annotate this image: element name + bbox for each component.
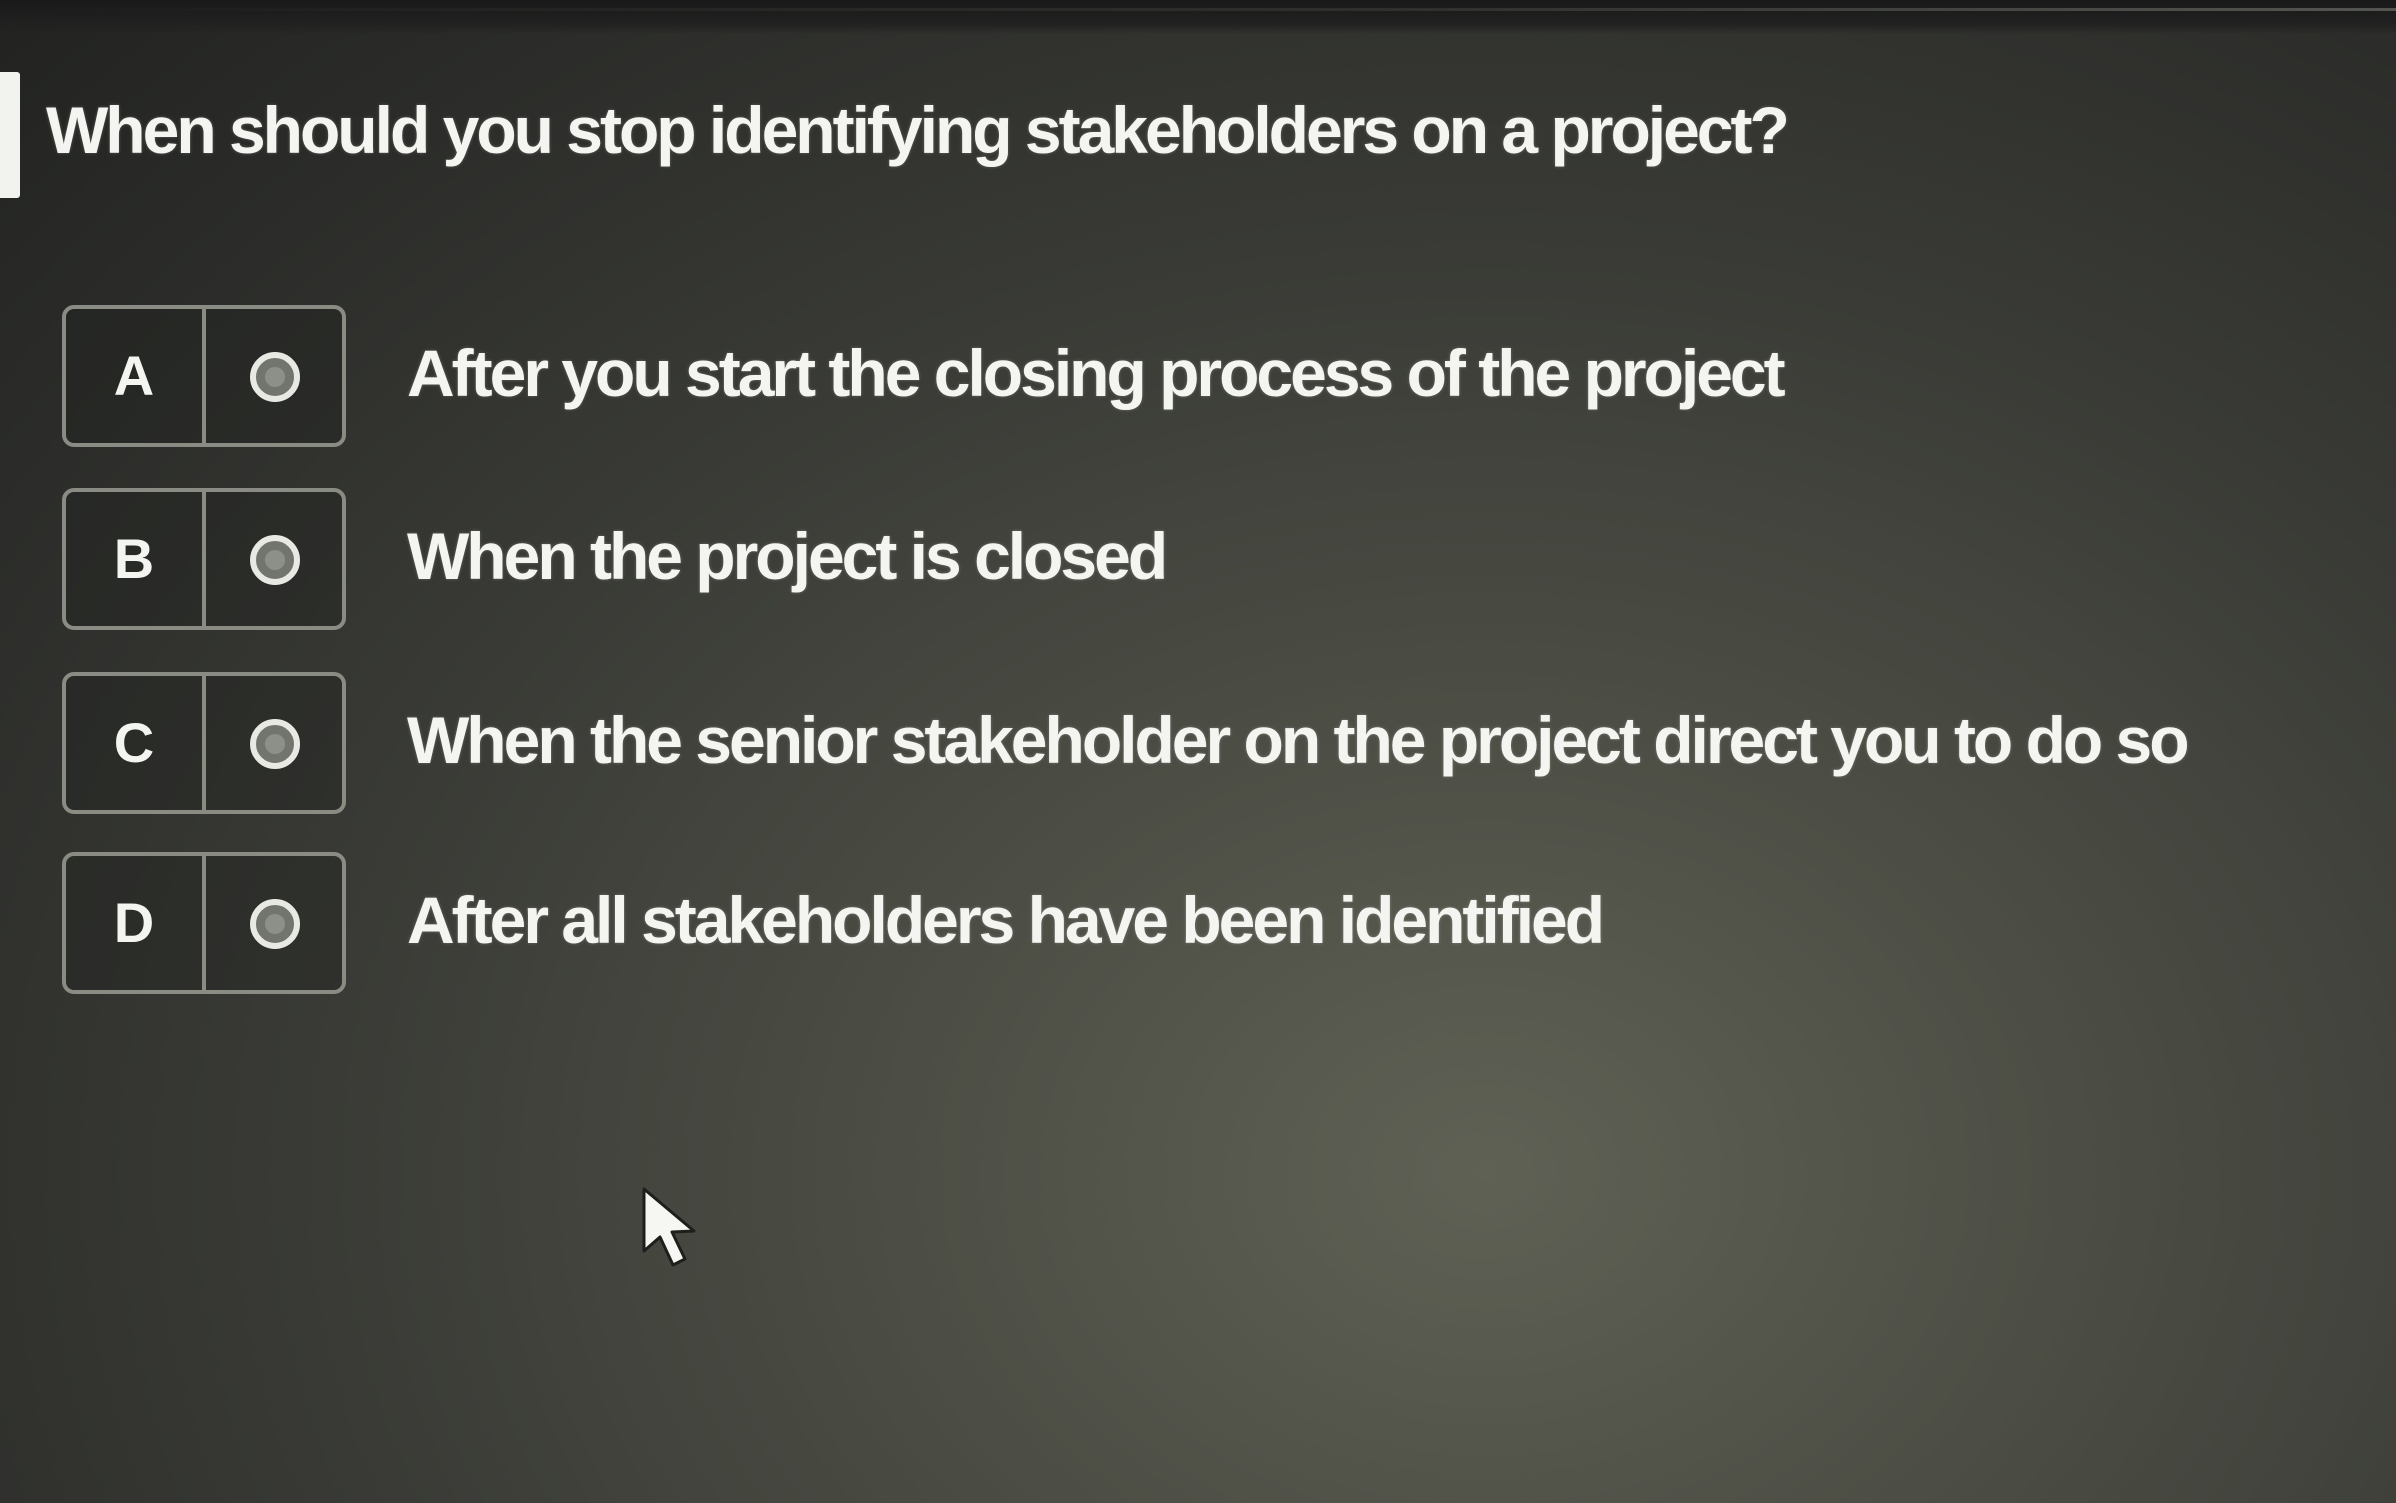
screen-top-edge <box>0 0 2396 34</box>
mouse-pointer-icon <box>642 1187 696 1267</box>
option-label[interactable]: When the project is closed <box>407 518 1168 594</box>
answer-option-c[interactable]: C When the senior stakeholder on the pro… <box>62 672 2362 818</box>
radio-button-icon[interactable] <box>250 899 300 949</box>
option-letter: A <box>66 309 206 443</box>
option-selector-box[interactable]: C <box>62 672 346 814</box>
option-selector-box[interactable]: D <box>62 852 346 994</box>
option-selector-box[interactable]: A <box>62 305 346 447</box>
radio-button-icon[interactable] <box>250 535 300 585</box>
radio-button-icon[interactable] <box>250 719 300 769</box>
option-letter: D <box>66 856 206 990</box>
question-text: When should you stop identifying stakeho… <box>46 93 1790 167</box>
answer-option-a[interactable]: A After you start the closing process of… <box>62 305 2362 451</box>
radio-button-icon[interactable] <box>250 352 300 402</box>
answer-option-d[interactable]: D After all stakeholders have been ident… <box>62 852 2362 998</box>
answer-option-b[interactable]: B When the project is closed <box>62 488 2362 634</box>
question-accent-bar <box>0 72 20 198</box>
option-label[interactable]: After all stakeholders have been identif… <box>407 882 1605 958</box>
option-label[interactable]: When the senior stakeholder on the proje… <box>407 702 2190 778</box>
option-selector-box[interactable]: B <box>62 488 346 630</box>
option-label[interactable]: After you start the closing process of t… <box>407 335 1786 411</box>
option-letter: B <box>66 492 206 626</box>
option-letter: C <box>66 676 206 810</box>
